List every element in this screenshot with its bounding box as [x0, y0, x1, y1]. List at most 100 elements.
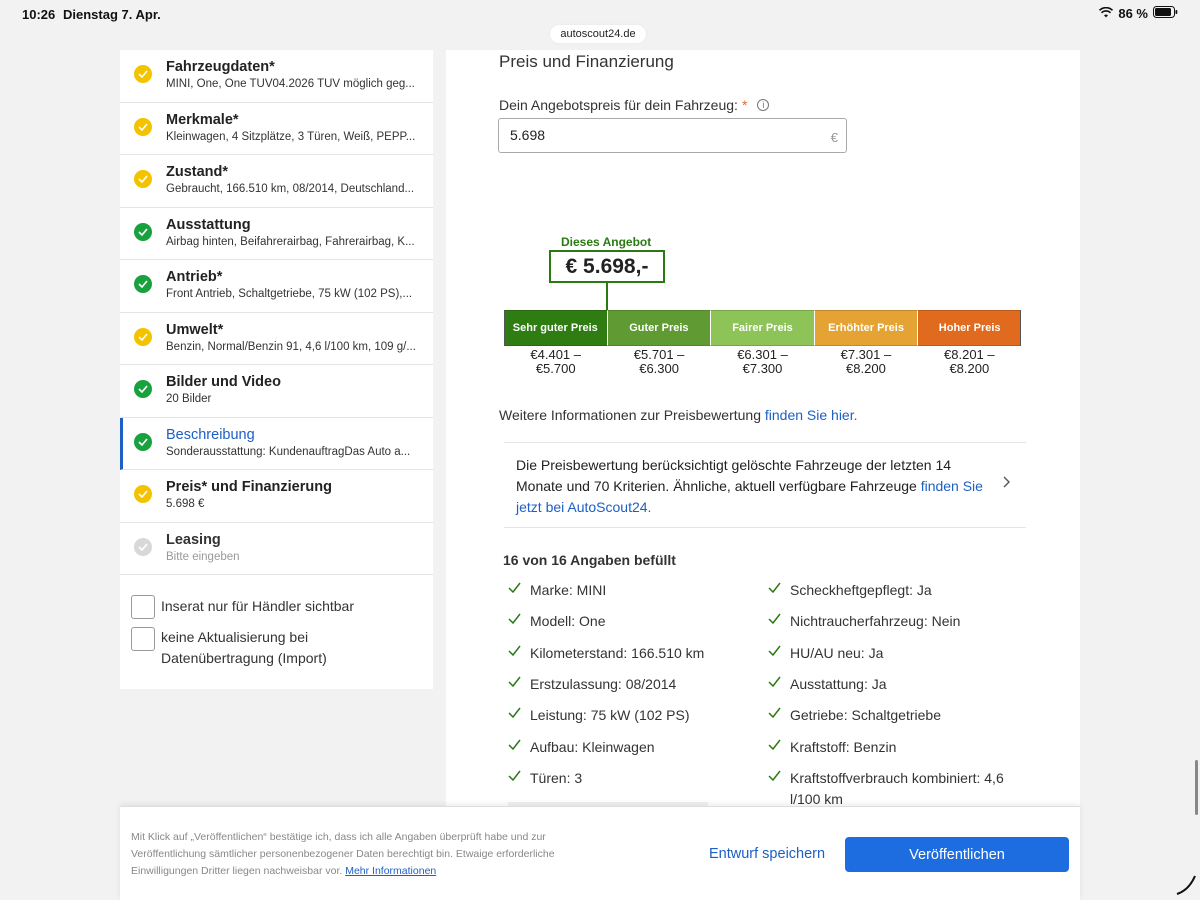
sidebar-item-title: Antrieb* [166, 269, 223, 285]
checkmark-icon [508, 739, 521, 750]
sidebar-item-title: Preis* und Finanzierung [166, 479, 332, 495]
fact-item: Modell: One [508, 611, 605, 632]
currency-symbol: € [830, 130, 838, 145]
main-panel: Preis und Finanzierung Dein Angebotsprei… [446, 50, 1080, 810]
sidebar-item-subtitle: 5.698 € [166, 498, 205, 510]
status-right: 86 % [1099, 6, 1178, 21]
sidebar-item-price[interactable]: Preis* und Finanzierung 5.698 € [120, 470, 433, 523]
sidebar-item-leasing[interactable]: Leasing Bitte eingeben [120, 523, 433, 575]
sidebar-item-subtitle: 20 Bilder [166, 393, 212, 405]
checkmark-icon [508, 707, 521, 719]
sidebar-item-subtitle: Kleinwagen, 4 Sitzplätze, 3 Türen, Weiß,… [166, 130, 416, 143]
sidebar-item-subtitle: Airbag hinten, Beifahrerairbag, Fahrerai… [166, 235, 415, 248]
range-from: €8.201 – [944, 347, 995, 362]
checkmark-icon [768, 582, 781, 593]
fact-text: Nichtraucherfahrzeug: Nein [790, 613, 961, 630]
status-date: Dienstag 7. Apr. [63, 7, 161, 22]
valuation-notice[interactable]: Die Preisbewertung berücksichtigt gelösc… [504, 442, 1026, 528]
price-rating-bar: Sehr guter Preis Guter Preis Fairer Preis E… [504, 310, 1021, 346]
fact-item: Kraftstoff: Benzin [768, 737, 1028, 758]
sidebar-item-subtitle: Gebraucht, 166.510 km, 08/2014, Deutschl… [166, 183, 415, 195]
sidebar-item-subtitle: Benzin, Normal/Benzin 91, 4,6 l/100 km, … [166, 340, 416, 353]
section-title: Preis und Finanzierung [499, 52, 674, 71]
check-circle-icon [134, 222, 152, 241]
fact-text: Kilometerstand: 166.510 km [530, 644, 705, 661]
check-circle-icon [134, 117, 152, 136]
rating-range: €8.201 – €8.200 [918, 348, 1021, 376]
rating-segment: Sehr guter Preis [504, 310, 607, 346]
range-to: €6.300 [639, 361, 679, 376]
sidebar-item-condition[interactable]: Zustand* Gebraucht, 166.510 km, 08/2014, … [120, 155, 433, 208]
sidebar-item-title: Fahrzeugdaten* [166, 59, 275, 75]
required-marker: * [741, 97, 748, 113]
sidebar-item-features[interactable]: Merkmale* Kleinwagen, 4 Sitzplätze, 3 Tür… [120, 103, 433, 155]
fact-item: Getriebe: Schaltgetriebe [768, 705, 1028, 726]
price-label: Dein Angebotspreis für dein Fahrzeug: [499, 97, 738, 113]
legal-more-link[interactable]: Mehr Informationen [345, 865, 436, 877]
no-update-option[interactable]: keine Aktualisierung bei Datenübertragun… [131, 627, 423, 669]
fact-text: Türen: 3 [530, 769, 583, 786]
more-info-link[interactable]: finden Sie hier. [765, 407, 858, 423]
sidebar-item-title: Bilder und Video [166, 374, 281, 390]
fact-item: Erstzulassung: 08/2014 [508, 674, 676, 695]
wifi-icon [1099, 6, 1114, 21]
price-label-row: Dein Angebotspreis für dein Fahrzeug: * i [499, 97, 770, 113]
check-circle-icon [134, 170, 152, 188]
status-bar: 10:26 Dienstag 7. Apr. 86 % [0, 0, 1200, 28]
offer-pointer [606, 283, 608, 310]
dealer-only-label: Inserat nur für Händler sichtbar [161, 598, 354, 614]
pencil-stroke-icon [1176, 875, 1196, 895]
scroll-indicator[interactable] [1195, 760, 1198, 815]
info-icon[interactable]: i [757, 99, 770, 111]
no-update-checkbox[interactable] [131, 627, 155, 651]
fact-text: HU/AU neu: Ja [790, 644, 884, 661]
sidebar-item-title: Leasing [166, 531, 221, 548]
checkmark-icon [768, 739, 781, 750]
status-time: 10:26 [22, 7, 56, 22]
fact-text: Modell: One [530, 613, 606, 630]
check-circle-icon [134, 65, 152, 83]
sidebar-item-subtitle: Sonderausstattung: KundenauftragDas Auto… [166, 445, 411, 458]
sidebar-item-environment[interactable]: Umwelt* Benzin, Normal/Benzin 91, 4,6 l/1… [120, 313, 433, 365]
fact-item: Kraftstoffverbrauch kombiniert: 4,6 l/10… [768, 768, 1028, 810]
publish-bar: Mit Klick auf „Veröffentlichen“ bestätig… [120, 806, 1080, 900]
range-to: €5.700 [535, 361, 576, 376]
rating-segment: Fairer Preis [710, 310, 814, 346]
checkmark-icon [508, 770, 521, 781]
sidebar-item-equipment[interactable]: Ausstattung Airbag hinten, Beifahrerairba… [120, 208, 433, 260]
checkmark-icon [508, 645, 521, 656]
sidebar-item-vehicle-data[interactable]: Fahrzeugdaten* MINI, One, One TÜV04.2026 … [120, 50, 433, 103]
checkmark-icon [768, 676, 781, 687]
sidebar-item-drive[interactable]: Antrieb* Front Antrieb, Schaltgetriebe, 7… [120, 260, 433, 313]
check-circle-disabled-icon [134, 537, 152, 556]
dealer-only-option[interactable]: Inserat nur für Händler sichtbar [131, 595, 423, 619]
url-pill[interactable]: autoscout24.de [550, 25, 646, 43]
check-circle-icon [134, 275, 152, 293]
price-input[interactable]: 5.698 € [498, 118, 847, 153]
rating-range: €7.301 – €8.200 [814, 348, 917, 376]
fact-text: Scheckheftgepflegt: Ja [790, 582, 932, 598]
fact-item: HU/AU neu: Ja [768, 643, 1028, 664]
bar-start-tick [504, 310, 505, 346]
range-from: €7.301 – [840, 347, 892, 362]
offer-label: Dieses Angebot [561, 235, 652, 249]
sidebar-item-media[interactable]: Bilder und Video 20 Bilder [120, 365, 433, 418]
legal-text: Mit Klick auf „Veröffentlichen“ bestätig… [131, 831, 555, 877]
range-from: €5.701 – [633, 347, 685, 362]
rating-range: €4.401 – €5.700 [504, 348, 607, 376]
save-draft-button[interactable]: Entwurf speichern [709, 846, 825, 862]
publish-button[interactable]: Veröffentlichen [845, 837, 1069, 872]
sidebar-item-subtitle: MINI, One, One TÜV04.2026 TÜV möglich ge… [166, 78, 415, 90]
fact-item: Marke: MINI [508, 580, 606, 601]
sidebar-item-title: Merkmale* [166, 111, 239, 128]
fact-item: Leistung: 75 kW (102 PS) [508, 705, 690, 726]
fact-item: Türen: 3 [508, 768, 582, 789]
sidebar-item-description[interactable]: Beschreibung Sonderausstattung: Kundenauf… [120, 417, 433, 470]
bar-end-tick [1020, 310, 1021, 346]
checkmark-icon [508, 582, 521, 593]
sidebar: Fahrzeugdaten* MINI, One, One TÜV04.2026 … [120, 50, 433, 689]
dealer-only-checkbox[interactable] [131, 595, 155, 619]
fact-item: Aufbau: Kleinwagen [508, 737, 655, 758]
rating-segment: Hoher Preis [917, 310, 1021, 346]
checkmark-icon [768, 645, 781, 656]
